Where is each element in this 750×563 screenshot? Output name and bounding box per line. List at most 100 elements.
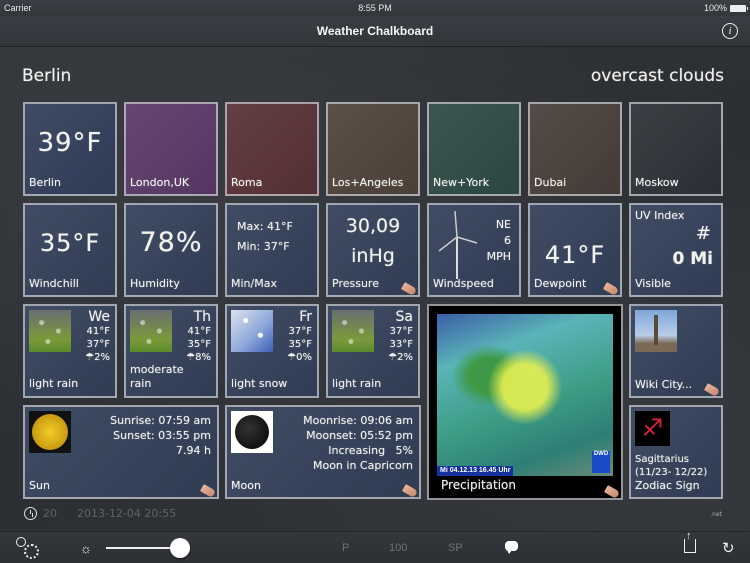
city-tile-roma[interactable]: Roma (225, 102, 319, 196)
chat-bubble-icon[interactable] (505, 541, 518, 554)
brightness-slider-track[interactable] (106, 547, 176, 549)
rain-icon (332, 310, 374, 352)
humidity-tile: 78% Humidity (124, 203, 218, 297)
dwd-logo: DWD (592, 451, 610, 473)
sun-label: Sun (29, 479, 50, 492)
last-updated: 20 2013-12-04 20:55 (24, 507, 176, 520)
pointing-hand-icon (401, 484, 419, 497)
max-temp: Max: 41°F (237, 220, 293, 233)
pressure-unit: inHg (351, 245, 395, 267)
city-tile-new-york[interactable]: New+York (427, 102, 521, 196)
sun-tile[interactable]: Sunrise: 07:59 am Sunset: 03:55 pm 7.94 … (23, 405, 219, 499)
moonset: Moonset: 05:52 pm (306, 429, 413, 442)
forecast-day: Fr (299, 309, 312, 325)
forecast-temps: Th 41°F 35°F ☂8% (186, 310, 211, 364)
city-tile-berlin[interactable]: 39°F Berlin (23, 102, 117, 196)
current-condition: overcast clouds (590, 66, 724, 86)
forecast-tile: We 41°F 37°F ☂2% light rain (23, 304, 117, 398)
forecast-condition: moderate rain (130, 363, 184, 390)
wind-unit: MPH (486, 250, 511, 263)
forecast-tile: Th 41°F 35°F ☂8% moderate rain (124, 304, 218, 398)
radar-timestamp: Mi 04.12.13 16.45 Uhr (437, 466, 514, 476)
city-name: Berlin (29, 176, 61, 189)
wind-readout: NE 6 MPH (487, 217, 511, 265)
wind-speed: 6 (504, 234, 511, 247)
forecast-low: 37°F (86, 339, 110, 350)
dewpoint-label: Dewpoint (534, 277, 587, 290)
city-name: Moskow (635, 176, 679, 189)
forecast-condition: light snow (231, 377, 288, 390)
forecast-precip: ☂2% (388, 352, 413, 363)
info-icon[interactable]: i (722, 23, 738, 39)
city-tile-moskow[interactable]: Moskow (629, 102, 723, 196)
update-count: 20 (43, 507, 57, 520)
city-name: Dubai (534, 176, 567, 189)
forecast-low: 35°F (288, 339, 312, 350)
windchill-tile: 35°F Windchill (23, 203, 117, 297)
moonrise: Moonrise: 09:06 am (303, 414, 413, 427)
wiki-city-tile[interactable]: Wiki City... (629, 304, 723, 398)
dewpoint-value: 41°F (544, 241, 606, 269)
update-timestamp: 2013-12-04 20:55 (77, 507, 177, 520)
settings-gear-icon[interactable] (16, 537, 42, 561)
forecast-low: 33°F (389, 339, 413, 350)
minmax-values: Max: 41°F Min: 37°F (237, 217, 293, 257)
forecast-high: 41°F (187, 326, 211, 337)
uv-index-value: # (695, 223, 711, 244)
windspeed-label: Windspeed (433, 277, 494, 290)
humidity-value: 78% (139, 227, 203, 258)
forecast-temps: Fr 37°F 35°F ☂0% (287, 310, 312, 364)
wind-turbine-icon (438, 210, 478, 279)
share-icon[interactable] (684, 530, 696, 553)
moon-sign: Moon in Capricorn (312, 459, 413, 472)
minmax-label: Min/Max (231, 277, 277, 290)
refresh-icon[interactable]: ↻ (722, 539, 735, 557)
forecast-high: 41°F (86, 326, 110, 337)
radar-map: Mi 04.12.13 16.45 Uhr DWD (437, 314, 613, 476)
windchill-value: 35°F (39, 229, 101, 257)
rain-icon (130, 310, 172, 352)
city-name: Roma (231, 176, 263, 189)
forecast-precip: ☂0% (287, 352, 312, 363)
windchill-label: Windchill (29, 277, 79, 290)
hundred-button[interactable]: 100 (389, 542, 407, 554)
brightness-slider-thumb[interactable] (170, 538, 190, 558)
rain-icon (29, 310, 71, 352)
city-landmark-image (635, 310, 677, 352)
sun-times: Sunrise: 07:59 am Sunset: 03:55 pm 7.94 … (110, 413, 211, 458)
city-tile-dubai[interactable]: Dubai (528, 102, 622, 196)
city-name: New+York (433, 176, 490, 189)
forecast-temps: We 41°F 37°F ☂2% (85, 310, 110, 364)
humidity-label: Humidity (130, 277, 180, 290)
dewpoint-tile[interactable]: 41°F Dewpoint (528, 203, 622, 297)
battery-percent: 100% (703, 3, 727, 13)
status-time: 8:55 PM (358, 3, 392, 13)
bottom-toolbar: ☼ P 100 SP ↻ (0, 530, 750, 563)
precipitation-tile[interactable]: Mi 04.12.13 16.45 Uhr DWD Precipitation (427, 304, 623, 500)
zodiac-info: Sagittarius (11/23- 12/22) (635, 453, 707, 479)
moon-label: Moon (231, 479, 261, 492)
zodiac-label: Zodiac Sign (635, 479, 700, 492)
sp-button[interactable]: SP (448, 542, 463, 554)
pressure-tile[interactable]: 30,09 inHg Pressure (326, 203, 420, 297)
large-gear-icon (24, 544, 39, 559)
city-temp: 39°F (37, 128, 103, 158)
visibility-tile: UV Index # 0 Mi Visible (629, 203, 723, 297)
dwd-logo-text: DWD (593, 451, 609, 457)
moon-tile[interactable]: Moonrise: 09:06 am Moonset: 05:52 pm Inc… (225, 405, 421, 499)
zodiac-tile[interactable]: ♐ Sagittarius (11/23- 12/22) Zodiac Sign (629, 405, 723, 499)
pointing-hand-icon (603, 485, 621, 499)
city-name: Los+Angeles (332, 176, 404, 189)
city-tile-london[interactable]: London,UK (124, 102, 218, 196)
zodiac-name: Sagittarius (635, 454, 690, 465)
p-button[interactable]: P (342, 542, 349, 554)
pressure-value: 30,09 (345, 215, 401, 237)
forecast-day: We (88, 309, 110, 325)
clock-icon (24, 507, 37, 520)
sunrise: Sunrise: 07:59 am (110, 414, 211, 427)
forecast-low: 35°F (187, 339, 211, 350)
zodiac-range: (11/23- 12/22) (635, 467, 708, 478)
city-tile-los-angeles[interactable]: Los+Angeles (326, 102, 420, 196)
sun-icon (29, 411, 71, 453)
wind-direction: NE (495, 218, 511, 231)
